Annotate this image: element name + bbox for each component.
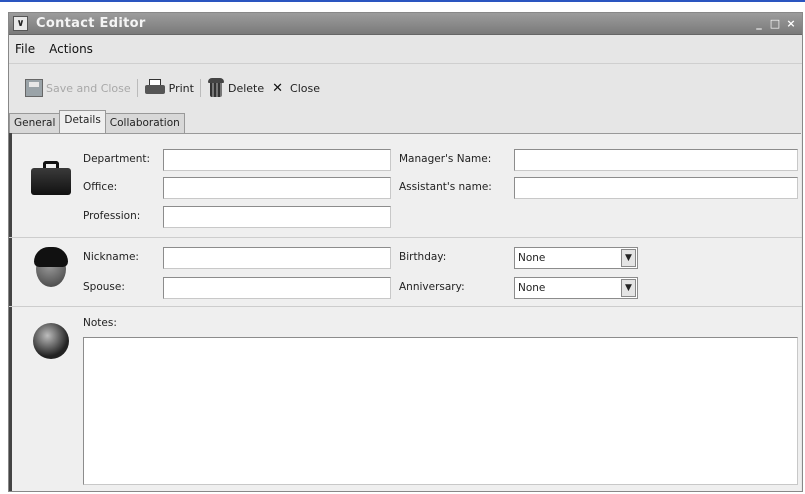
section-divider: [9, 306, 802, 307]
nickname-field[interactable]: [163, 247, 391, 269]
window-controls: _ □ ×: [752, 16, 798, 31]
menu-actions[interactable]: Actions: [49, 39, 93, 59]
section-divider: [9, 237, 802, 238]
print-button[interactable]: Print: [144, 79, 194, 97]
window-title: Contact Editor: [36, 16, 146, 31]
trash-icon: [207, 78, 225, 98]
delete-button[interactable]: Delete: [207, 78, 264, 98]
close-button[interactable]: ✕ Close: [272, 81, 320, 96]
spouse-label: Spouse:: [83, 281, 125, 293]
department-field[interactable]: [163, 149, 391, 171]
save-and-close-label: Save and Close: [46, 81, 131, 95]
chevron-down-icon[interactable]: ▼: [621, 249, 636, 267]
birthday-value: None: [518, 252, 546, 264]
toolbar: Save and Close Print Delete ✕ Close: [25, 76, 328, 100]
menu-file[interactable]: File: [15, 39, 35, 59]
maximize-button[interactable]: □: [768, 16, 782, 31]
tab-general[interactable]: General: [9, 113, 61, 133]
close-window-button[interactable]: ×: [784, 16, 798, 31]
notes-label: Notes:: [83, 317, 117, 329]
profession-field[interactable]: [163, 206, 391, 228]
manager-name-label: Manager's Name:: [399, 153, 492, 165]
close-icon: ✕: [272, 80, 284, 96]
globe-icon: [33, 323, 69, 359]
minimize-button[interactable]: _: [752, 16, 766, 31]
delete-label: Delete: [227, 81, 265, 95]
printer-icon: [144, 79, 166, 97]
tab-details[interactable]: Details: [59, 110, 106, 133]
menu-separator: [9, 63, 802, 64]
department-label: Department:: [83, 153, 151, 165]
save-and-close-button[interactable]: Save and Close: [25, 79, 131, 97]
menu-file-label: File: [15, 42, 36, 56]
window-left-edge: [9, 133, 12, 491]
tab-collaboration[interactable]: Collaboration: [104, 113, 185, 133]
toolbar-separator: [199, 79, 201, 97]
chevron-down-icon[interactable]: ▼: [621, 279, 636, 297]
spouse-field[interactable]: [163, 277, 391, 299]
notes-textarea[interactable]: [83, 337, 798, 485]
anniversary-label: Anniversary:: [399, 281, 465, 293]
anniversary-select[interactable]: None ▼: [514, 277, 638, 299]
anniversary-value: None: [518, 282, 546, 294]
assistant-name-field[interactable]: [514, 177, 798, 199]
person-face-icon: [32, 247, 70, 289]
menu-actions-label: Actions: [49, 42, 93, 56]
manager-name-field[interactable]: [514, 149, 798, 171]
save-icon: [25, 79, 43, 97]
assistant-name-label: Assistant's name:: [399, 181, 492, 193]
profession-label: Profession:: [83, 210, 141, 222]
screen-top-accent: [0, 0, 805, 2]
title-bar[interactable]: ∨ Contact Editor _ □ ×: [9, 13, 802, 35]
toolbar-separator: [136, 79, 138, 97]
office-label: Office:: [83, 181, 118, 193]
print-label: Print: [168, 81, 194, 95]
contact-editor-window: ∨ Contact Editor _ □ × File Actions Save…: [8, 12, 803, 492]
office-field[interactable]: [163, 177, 391, 199]
close-label: Close: [290, 81, 320, 95]
nickname-label: Nickname:: [83, 251, 139, 263]
birthday-select[interactable]: None ▼: [514, 247, 638, 269]
window-menu-button[interactable]: ∨: [13, 16, 28, 31]
tab-strip: General Details Collaboration: [9, 110, 185, 133]
birthday-label: Birthday:: [399, 251, 447, 263]
briefcase-icon: [31, 161, 71, 195]
menu-bar: File Actions: [9, 39, 802, 59]
